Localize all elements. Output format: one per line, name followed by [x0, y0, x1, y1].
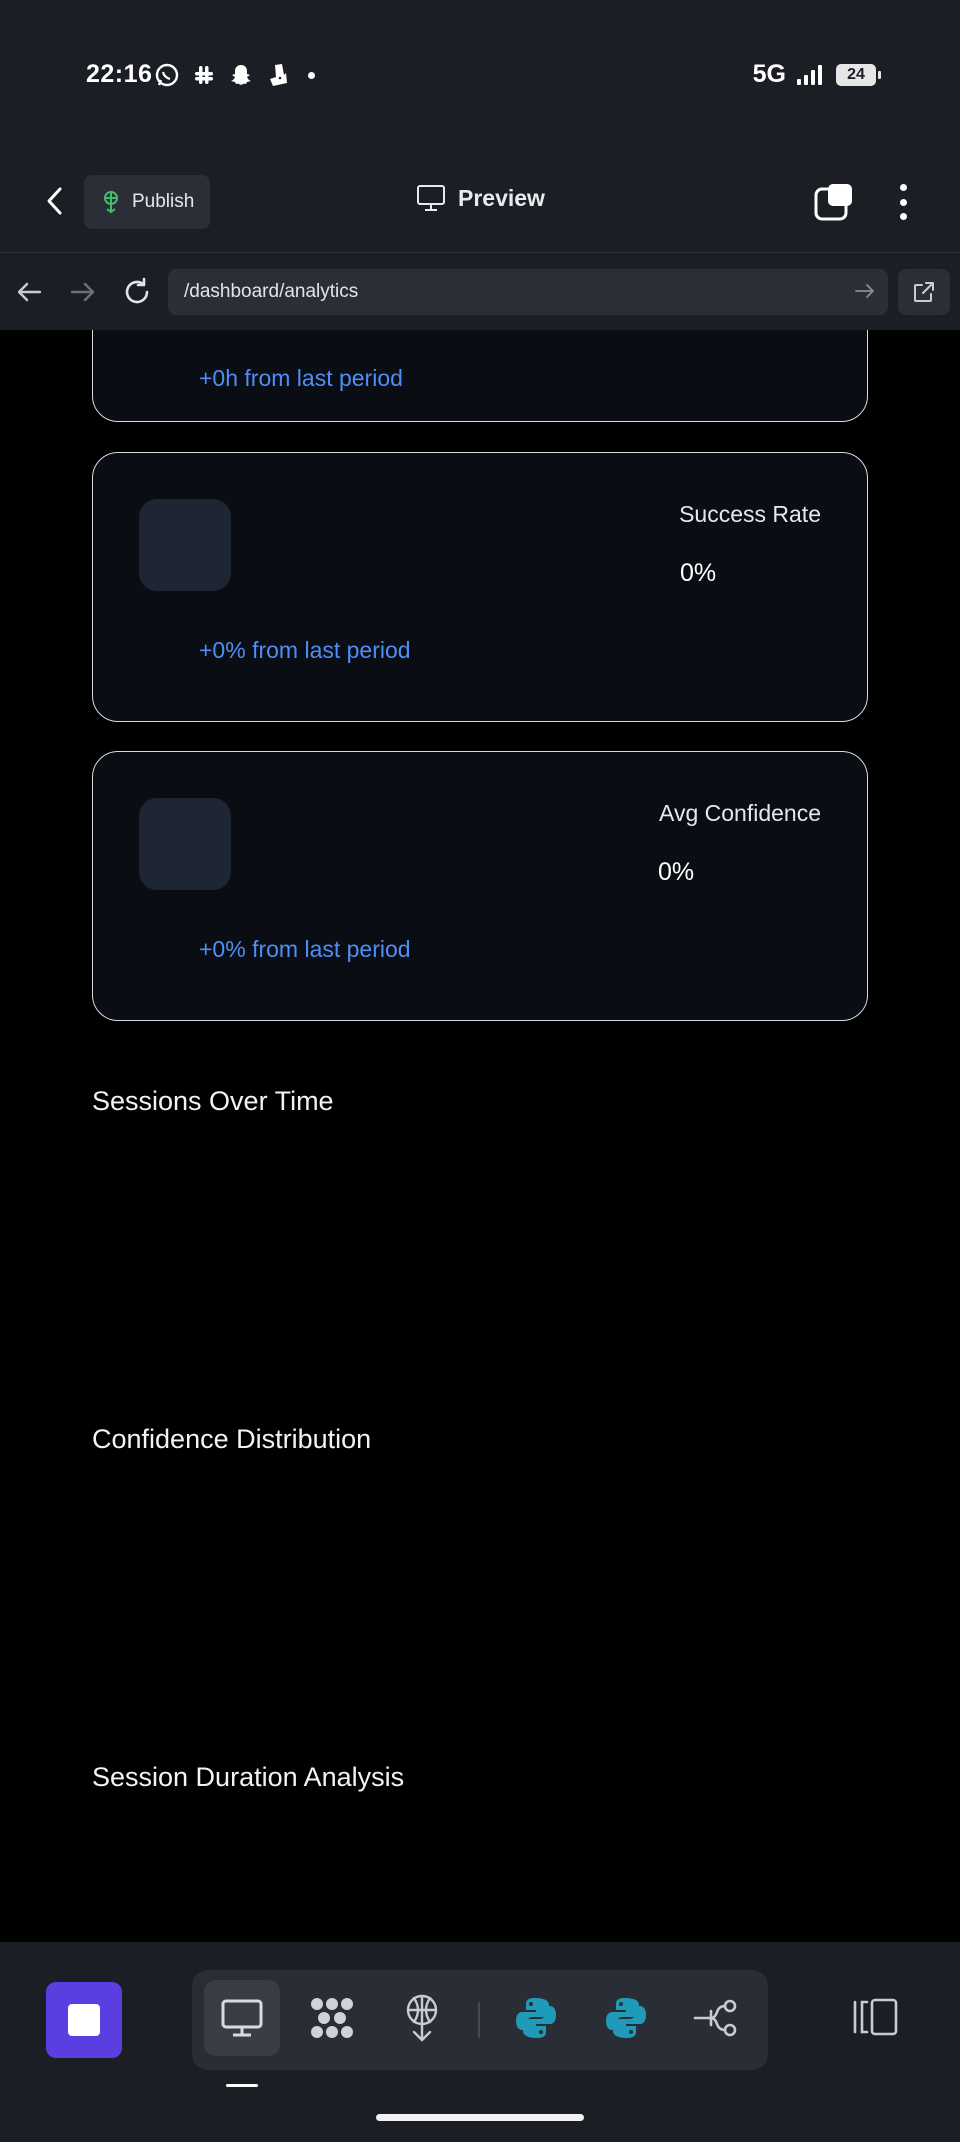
tabs-button[interactable] [814, 183, 854, 221]
desktop-icon [221, 1999, 263, 2037]
more-dot [899, 198, 907, 206]
sessions-over-time-title: Sessions Over Time [92, 1086, 334, 1116]
nav-forward-button[interactable] [66, 275, 100, 309]
preview-label: Preview [458, 184, 545, 211]
python-tool-1[interactable] [498, 1980, 574, 2056]
notification-icons [154, 62, 315, 88]
more-dot [899, 184, 907, 191]
stat-change: +0% from last period [199, 637, 411, 663]
status-time: 22:16 [86, 60, 153, 88]
monitor-icon [417, 185, 445, 211]
bottom-dock [0, 1942, 960, 2142]
active-tool-indicator [226, 2084, 258, 2087]
stat-change: +0% from last period [199, 936, 411, 962]
publish-icon [104, 191, 118, 214]
more-notifications-dot [308, 71, 315, 79]
tool-group [192, 1970, 768, 2070]
stop-button[interactable] [46, 1982, 122, 2058]
app-toolbar: Publish Preview [0, 150, 960, 252]
more-dot [899, 213, 907, 220]
analytics-content: +0h from last period Success Rate 0% +0%… [0, 330, 960, 1942]
url-bar: /dashboard/analytics [0, 252, 960, 330]
slack-icon [195, 66, 213, 84]
external-link-icon [914, 282, 934, 302]
connections-tool[interactable] [678, 1980, 754, 2056]
antenna-icon [406, 1994, 438, 2042]
back-button[interactable] [38, 184, 72, 218]
stat-value: 0% [658, 858, 695, 886]
chevron-left-icon [47, 187, 62, 215]
python-tool-2[interactable] [588, 1980, 664, 2056]
whatsapp-icon [155, 63, 179, 87]
open-external-button[interactable] [898, 269, 950, 315]
stat-icon-placeholder [139, 798, 231, 890]
stat-value: 0% [680, 559, 717, 587]
home-indicator[interactable] [376, 2114, 584, 2121]
preview-toggle[interactable]: Preview [416, 184, 545, 212]
nav-back-button[interactable] [12, 275, 46, 309]
grid-tool[interactable] [294, 1980, 370, 2056]
stat-icon-placeholder [139, 499, 231, 591]
panel-toggle-button[interactable] [852, 1996, 898, 2038]
stat-card-duration: +0h from last period [92, 330, 868, 422]
reload-icon [125, 277, 149, 304]
confidence-distribution-title: Confidence Distribution [92, 1424, 372, 1454]
deliveroo-icon [270, 64, 287, 86]
publish-button[interactable]: Publish [84, 175, 211, 229]
go-arrow-icon[interactable] [854, 280, 876, 302]
stop-icon [68, 2004, 100, 2036]
snapchat-icon [231, 65, 251, 85]
stat-card-success-rate: Success Rate 0% +0% from last period [92, 452, 868, 722]
python-icon [516, 1998, 556, 2038]
battery-icon: 24 [836, 63, 881, 86]
stat-card-avg-confidence: Avg Confidence 0% +0% from last period [92, 751, 868, 1021]
deploy-tool[interactable] [384, 1980, 460, 2056]
status-bar: 22:16 5G 24 [0, 0, 960, 150]
url-text: /dashboard/analytics [184, 281, 359, 302]
python-icon [606, 1998, 646, 2038]
stat-label: Success Rate [679, 501, 821, 527]
stat-label: Avg Confidence [659, 800, 821, 826]
arrow-right-icon [70, 282, 95, 302]
tabs-icon [814, 184, 852, 221]
publish-label: Publish [132, 191, 195, 212]
network-label: 5G [752, 60, 786, 88]
reload-button[interactable] [120, 275, 154, 309]
connection-icon [693, 1999, 737, 2037]
side-panel-icon [853, 1998, 898, 2036]
signal-icon [797, 64, 822, 85]
stat-change: +0h from last period [199, 365, 403, 391]
grid-dots-icon [311, 1998, 353, 2038]
url-input[interactable]: /dashboard/analytics [168, 269, 888, 315]
session-duration-analysis-title: Session Duration Analysis [92, 1762, 405, 1792]
arrow-left-icon [17, 282, 42, 302]
tool-divider [478, 2002, 480, 2038]
more-options-button[interactable] [890, 180, 916, 224]
system-indicators: 5G 24 [752, 60, 881, 89]
desktop-tool[interactable] [204, 1980, 280, 2056]
